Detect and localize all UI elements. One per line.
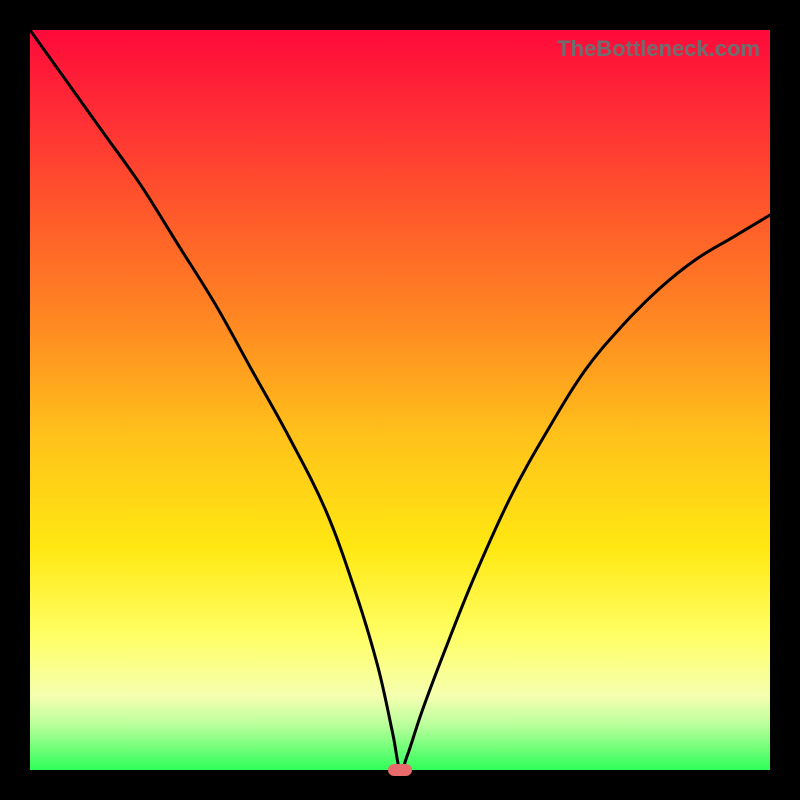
- chart-container: TheBottleneck.com: [0, 0, 800, 800]
- optimal-marker: [388, 764, 412, 776]
- bottleneck-curve: [30, 30, 770, 770]
- plot-area: TheBottleneck.com: [30, 30, 770, 770]
